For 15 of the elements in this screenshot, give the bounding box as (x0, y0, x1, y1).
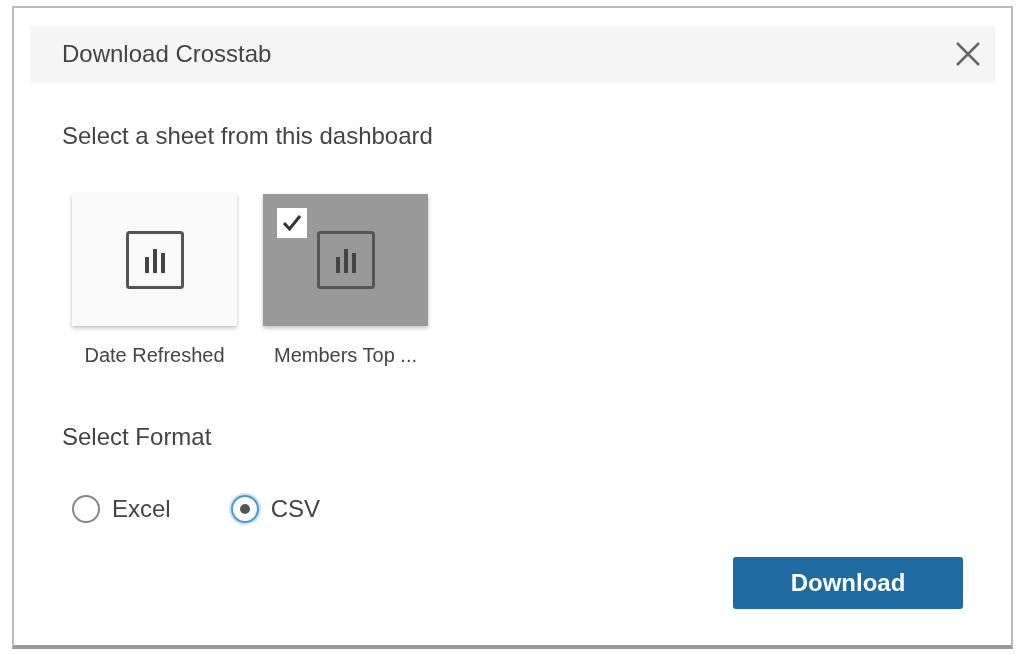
sheet-label: Members Top ... (274, 344, 417, 367)
radio-button[interactable] (230, 495, 259, 523)
dialog-title: Download Crosstab (62, 40, 272, 68)
bar-chart-icon (125, 231, 184, 289)
close-icon[interactable] (955, 41, 981, 67)
sheet-label: Date Refreshed (84, 344, 225, 367)
section-label: Select a sheet from this dashboard (62, 122, 433, 150)
bar-chart-icon (316, 231, 375, 289)
section-label: Select Format (62, 423, 212, 451)
sheet-tile[interactable] (263, 194, 428, 326)
radio-option[interactable]: CSV (230, 495, 321, 523)
radio-button[interactable] (72, 495, 100, 523)
download-button[interactable]: Download (733, 557, 963, 609)
radio-option[interactable]: Excel (72, 495, 171, 523)
sheet-tile[interactable] (72, 194, 237, 326)
